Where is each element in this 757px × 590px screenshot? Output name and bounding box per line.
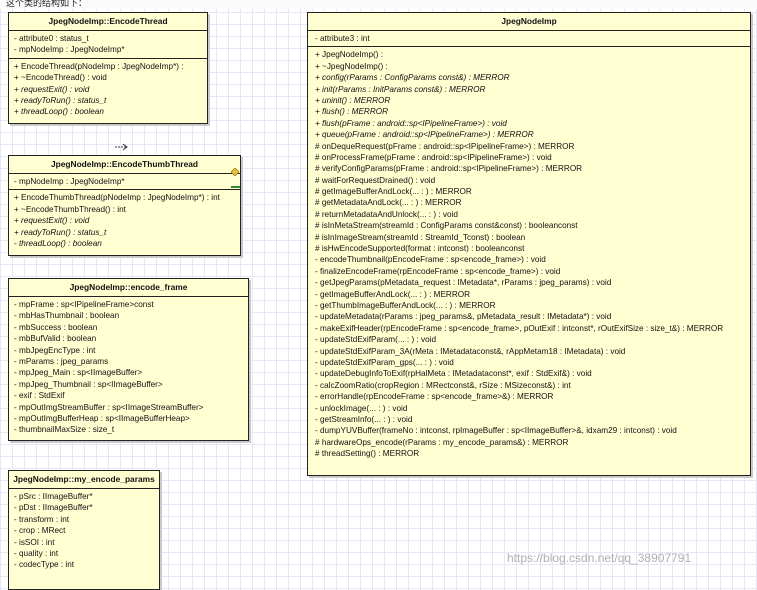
method-row: + EncodeThumbThread(pNodeImp : JpegNodeI…: [14, 193, 220, 203]
method-row: - getThumbImageBufferAndLock(... : ) : M…: [315, 300, 496, 310]
watermark-text: https://blog.csdn.net/qq_38907791: [507, 551, 692, 565]
class-box-jpeg-node-imp[interactable]: JpegNodeImp - attribute3 : int + JpegNod…: [307, 12, 751, 476]
method-row: - getJpegParams(pMetadata_request : IMet…: [315, 278, 612, 288]
method-row: + flush() : MERROR: [315, 107, 389, 117]
method-row: + ~EncodeThumbThread() : int: [14, 204, 126, 214]
method-row: - finalizeEncodeFrame(rpEncodeFrame : sp…: [315, 266, 561, 276]
header-text: 这个类的结构如下：: [6, 0, 88, 8]
attribute-row: - attribute0 : status_t: [14, 34, 89, 43]
method-row: - updateDebugInfoToExif(rpHalMeta : IMet…: [315, 369, 592, 379]
attribute-row: - mpJpeg_Main : sp<IImageBuffer>: [14, 368, 143, 378]
class-box-encode-frame[interactable]: JpegNodeImp::encode_frame - mpFrame : sp…: [8, 278, 249, 441]
attribute-row: - transform : int: [14, 514, 70, 524]
method-row: # getImageBufferAndLock(... : ) : MERROR: [315, 187, 472, 197]
method-row: + queue(pFrame : android::sp<IPipelineFr…: [315, 130, 534, 140]
connector-diamond-icon: [231, 168, 239, 176]
class-title: JpegNodeImp::my_encode_params: [9, 471, 159, 489]
method-row: + ~EncodeThread() : void: [14, 73, 107, 83]
method-row: - updateStdExifParam(... : ) : void: [315, 335, 437, 345]
attribute-row: - mbSuccess : boolean: [14, 322, 98, 332]
method-row: + flush(pFrame : android::sp<IPipelineFr…: [315, 118, 507, 128]
attributes-section: - pSrc : IImageBuffer* - pDst : IImageBu…: [9, 489, 159, 573]
method-row: # isInMetaStream(streamId : ConfigParams…: [315, 221, 578, 231]
header-strip: 这个类的结构如下：: [0, 0, 757, 9]
method-row: + init(rParams : InitParams const&) : ME…: [315, 84, 486, 94]
method-row: + requestExit() : void: [14, 216, 90, 226]
attributes-section: - attribute0 : status_t - mpNodeImp : Jp…: [9, 31, 207, 59]
method-row: + uninit() : MERROR: [315, 95, 391, 105]
class-title: JpegNodeImp::EncodeThumbThread: [9, 156, 240, 174]
attributes-section: - attribute3 : int: [308, 31, 750, 48]
method-row: # onDequeRequest(pFrame : android::sp<IP…: [315, 141, 575, 151]
method-row: + EncodeThread(pNodeImp : JpegNodeImp*) …: [14, 61, 184, 71]
method-row: - dumpYUVBuffer(frameNo : intconst, rpIm…: [315, 426, 677, 436]
attribute-row: - mbJpegEncType : int: [14, 345, 96, 355]
attribute-row: - pSrc : IImageBuffer*: [14, 492, 93, 501]
attribute-row: - quality : int: [14, 548, 59, 558]
attribute-row: - mpFrame : sp<IPipelineFrame>const: [14, 300, 154, 309]
method-row: # waitForRequestDrained() : void: [315, 175, 436, 185]
methods-section: + JpegNodeImp() : + ~JpegNodeImp() : + c…: [308, 47, 750, 461]
method-row: + ~JpegNodeImp() :: [315, 61, 388, 71]
attribute-row: - crop : MRect: [14, 526, 66, 536]
method-row: # isInImageStream(streamId : StreamId_Tc…: [315, 232, 526, 242]
attributes-section: - mpFrame : sp<IPipelineFrame>const - mb…: [9, 297, 248, 438]
attribute-row: - codecType : int: [14, 560, 75, 570]
method-row: - getStreamInfo(... : ) : void: [315, 414, 413, 424]
method-row: - getImageBufferAndLock(... : ) : MERROR: [315, 289, 471, 299]
method-row: - makeExifHeader(rpEncodeFrame : sp<enco…: [315, 323, 724, 333]
method-row: # threadSetting() : MERROR: [315, 449, 420, 459]
attribute-row: - mParams : jpeg_params: [14, 356, 109, 366]
method-row: # onProcessFrame(pFrame : android::sp<IP…: [315, 152, 552, 162]
attribute-row: - mbHasThumbnail : boolean: [14, 311, 120, 321]
method-row: # verifyConfigParams(pFrame : android::s…: [315, 164, 583, 174]
attribute-row: - isSOI : int: [14, 537, 55, 547]
methods-section: + EncodeThread(pNodeImp : JpegNodeImp*) …: [9, 59, 207, 120]
method-row: - updateMetadata(rParams : jpeg_params&,…: [315, 312, 612, 322]
method-row: + threadLoop() : boolean: [14, 107, 104, 117]
attribute-row: - attribute3 : int: [315, 34, 370, 43]
method-row: # hardwareOps_encode(rParams : my_encode…: [315, 437, 569, 447]
attribute-row: - mpNodeImp : JpegNodeImp*: [14, 177, 125, 186]
method-row: # returnMetadataAndUnlock(... : ) : void: [315, 209, 458, 219]
method-row: - encodeThumbnail(pEncodeFrame : sp<enco…: [315, 255, 546, 265]
class-box-my-encode-params[interactable]: JpegNodeImp::my_encode_params - pSrc : I…: [8, 470, 160, 590]
arrow-right-icon: [115, 143, 128, 151]
attributes-section: - mpNodeImp : JpegNodeImp*: [9, 174, 240, 191]
attribute-row: - mpOutImgBufferHeap : sp<IImageBufferHe…: [14, 413, 190, 423]
class-title: JpegNodeImp::encode_frame: [9, 279, 248, 297]
attribute-row: - mpNodeImp : JpegNodeImp*: [14, 45, 125, 55]
connector-end-marker: [231, 186, 240, 188]
method-row: - errorHandle(rpEncodeFrame : sp<encode_…: [315, 392, 554, 402]
method-row: - updateStdExifParam_3A(rMeta : IMetadat…: [315, 346, 626, 356]
method-row: + config(rParams : ConfigParams const&) …: [315, 73, 510, 83]
method-row: # isHwEncodeSupported(format : intconst)…: [315, 244, 525, 254]
attribute-row: - mpJpeg_Thumbnail : sp<IImageBuffer>: [14, 379, 163, 389]
class-title: JpegNodeImp: [308, 13, 750, 31]
attribute-row: - exif : StdExif: [14, 391, 65, 401]
method-row: # getMetadataAndLock(... : ) : MERROR: [315, 198, 462, 208]
method-row: + readyToRun() : status_t: [14, 95, 107, 105]
method-row: + requestExit() : void: [14, 84, 90, 94]
method-row: + JpegNodeImp() :: [315, 50, 384, 60]
attribute-row: - pDst : IImageBuffer*: [14, 503, 93, 513]
method-row: - updateStdExifParam_gps(... : ) : void: [315, 357, 454, 367]
class-box-encode-thumb-thread[interactable]: JpegNodeImp::EncodeThumbThread - mpNodeI…: [8, 155, 241, 256]
attribute-row: - mbBufValid : boolean: [14, 334, 97, 344]
attribute-row: - thumbnailMaxSize : size_t: [14, 425, 115, 435]
method-row: - calcZoomRatio(cropRegion : MRectconst&…: [315, 380, 571, 390]
method-row: + readyToRun() : status_t: [14, 227, 107, 237]
method-row: - threadLoop() : boolean: [14, 238, 102, 248]
method-row: - unlockImage(... : ) : void: [315, 403, 408, 413]
class-title: JpegNodeImp::EncodeThread: [9, 13, 207, 31]
methods-section: + EncodeThumbThread(pNodeImp : JpegNodeI…: [9, 190, 240, 251]
class-box-encode-thread[interactable]: JpegNodeImp::EncodeThread - attribute0 :…: [8, 12, 208, 124]
attribute-row: - mpOutImgStreamBuffer : sp<IImageStream…: [14, 402, 204, 412]
